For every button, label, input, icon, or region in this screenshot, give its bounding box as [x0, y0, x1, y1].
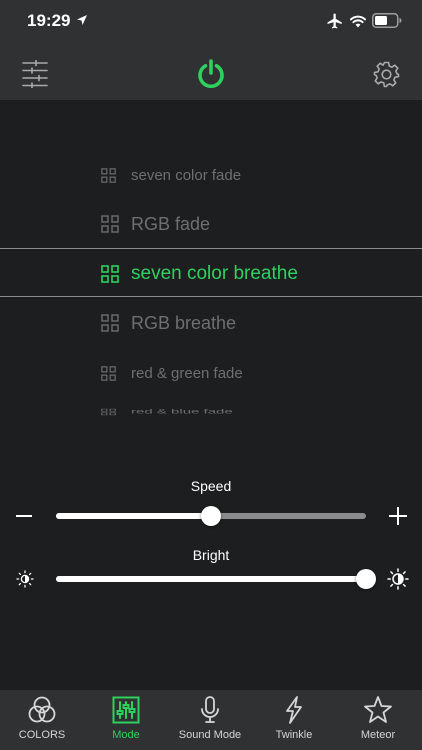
tab-label: Sound Mode	[178, 729, 242, 741]
tab-sound-mode[interactable]: Sound Mode	[168, 690, 252, 750]
speed-thumb[interactable]	[201, 506, 221, 526]
mode-item-red-green-fade[interactable]: red & green fade	[0, 353, 422, 393]
bright-label: Bright	[192, 547, 230, 563]
grid-icon	[101, 314, 119, 332]
mode-item-seven-color-breathe[interactable]: seven color breathe	[0, 254, 422, 294]
lightning-icon	[286, 696, 302, 724]
bright-thumb[interactable]	[356, 569, 376, 589]
star-icon	[364, 696, 392, 723]
mode-item-seven-color-fade[interactable]: seven color fade	[0, 155, 422, 195]
grid-icon	[101, 366, 116, 381]
tab-twinkle[interactable]: Twinkle	[252, 690, 336, 750]
mode-label: seven color breathe	[131, 263, 298, 284]
selection-bottom-line	[0, 296, 422, 297]
location-arrow-icon	[77, 15, 87, 25]
mode-item-rgb-fade[interactable]: RGB fade	[0, 204, 422, 244]
speed-track-fill	[56, 513, 211, 519]
mode-label: red & blue fade	[131, 407, 233, 416]
grid-icon	[101, 168, 116, 183]
status-time: 19:29	[27, 11, 71, 30]
bright-track-fill	[56, 576, 366, 582]
status-bar: 19:29	[0, 0, 422, 44]
mode-icon	[112, 696, 140, 724]
mode-item-red-blue-fade[interactable]: red & blue fade	[0, 405, 422, 425]
bottom-tab-bar: COLORS Mode Sound Mode Twinkle Meteor	[0, 690, 422, 750]
brightness-high-icon[interactable]	[387, 568, 409, 590]
minus-icon[interactable]	[15, 507, 33, 525]
tab-mode[interactable]: Mode	[84, 690, 168, 750]
selection-top-line	[0, 248, 422, 249]
plus-icon[interactable]	[388, 506, 408, 526]
brightness-low-icon[interactable]	[16, 570, 34, 588]
top-toolbar	[0, 44, 422, 100]
tab-label: Mode	[112, 729, 140, 741]
tab-label: Meteor	[360, 729, 396, 741]
microphone-icon	[201, 696, 219, 723]
tab-colors[interactable]: COLORS	[0, 690, 84, 750]
battery-icon	[372, 13, 402, 28]
wifi-icon	[350, 15, 366, 28]
settings-sliders-icon[interactable]	[22, 60, 48, 88]
gear-icon[interactable]	[373, 61, 400, 88]
mode-label: seven color fade	[131, 166, 242, 184]
grid-icon	[101, 215, 119, 233]
colors-icon	[28, 696, 56, 723]
speed-label: Speed	[190, 478, 232, 494]
mode-label: RGB breathe	[131, 312, 237, 333]
tab-label: Twinkle	[275, 729, 313, 741]
mode-label: red & green fade	[131, 364, 243, 382]
mode-list[interactable]: seven color fade RGB fade seven color br…	[0, 100, 422, 430]
tab-label: COLORS	[18, 729, 66, 741]
mode-item-rgb-breathe[interactable]: RGB breathe	[0, 303, 422, 343]
mode-label: RGB fade	[131, 213, 211, 234]
power-icon[interactable]	[197, 59, 225, 89]
grid-icon	[101, 408, 116, 416]
grid-icon	[101, 265, 119, 283]
tab-meteor[interactable]: Meteor	[336, 690, 420, 750]
airplane-icon	[327, 13, 342, 29]
